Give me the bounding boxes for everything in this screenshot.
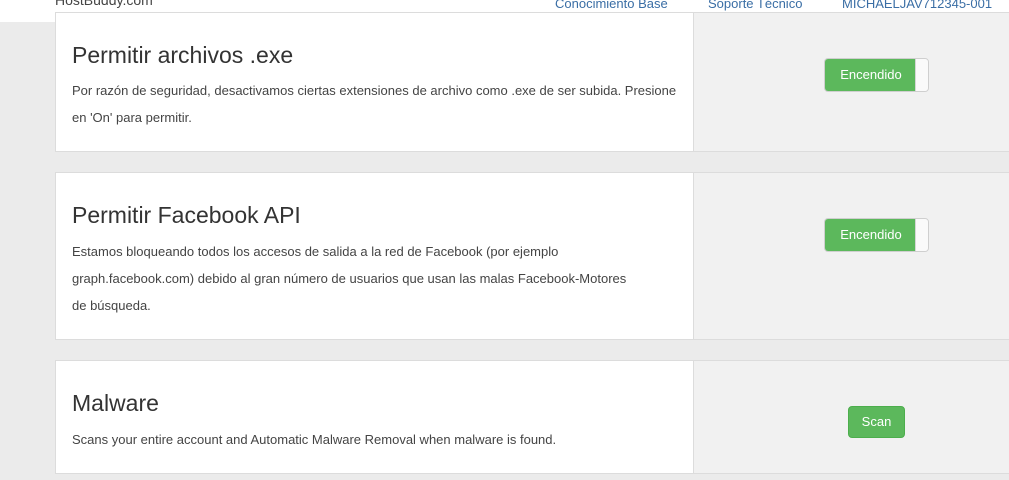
facebook-api-toggle-switch[interactable]: Encendido [824,218,929,252]
setting-card-malware: Malware Scans your entire account and Au… [55,360,1009,474]
exe-toggle-switch[interactable]: Encendido [824,58,929,92]
nav-knowledge-base[interactable]: Conocimiento Base [555,0,668,11]
setting-info: Permitir archivos .exe Por razón de segu… [56,13,694,151]
setting-card-facebook-api: Permitir Facebook API Estamos bloqueando… [55,172,1009,340]
setting-info: Malware Scans your entire account and Au… [56,361,694,473]
setting-description: Scans your entire account and Automatic … [72,432,557,447]
setting-card-exe: Permitir archivos .exe Por razón de segu… [55,12,1009,152]
setting-title: Permitir archivos .exe [72,42,294,68]
setting-control-panel: Encendido [694,173,1009,339]
scan-button[interactable]: Scan [848,406,905,438]
nav-account-menu[interactable]: MICHAELJAV712345-001 [842,0,992,11]
setting-control-panel: Encendido [694,13,1009,151]
toggle-on-label: Encendido [825,219,917,251]
setting-title: Malware [72,390,159,416]
setting-description: Estamos bloqueando todos los accesos de … [72,244,627,313]
setting-control-panel: Scan [694,361,1009,473]
nav-tech-support[interactable]: Soporte Técnico [708,0,802,11]
setting-description: Por razón de seguridad, desactivamos cie… [72,83,677,125]
toggle-knob [915,59,928,91]
toggle-on-label: Encendido [825,59,917,91]
setting-info: Permitir Facebook API Estamos bloqueando… [56,173,694,339]
setting-title: Permitir Facebook API [72,202,301,228]
toggle-knob [915,219,928,251]
brand-logo[interactable]: HostBuddy.com [55,0,153,8]
